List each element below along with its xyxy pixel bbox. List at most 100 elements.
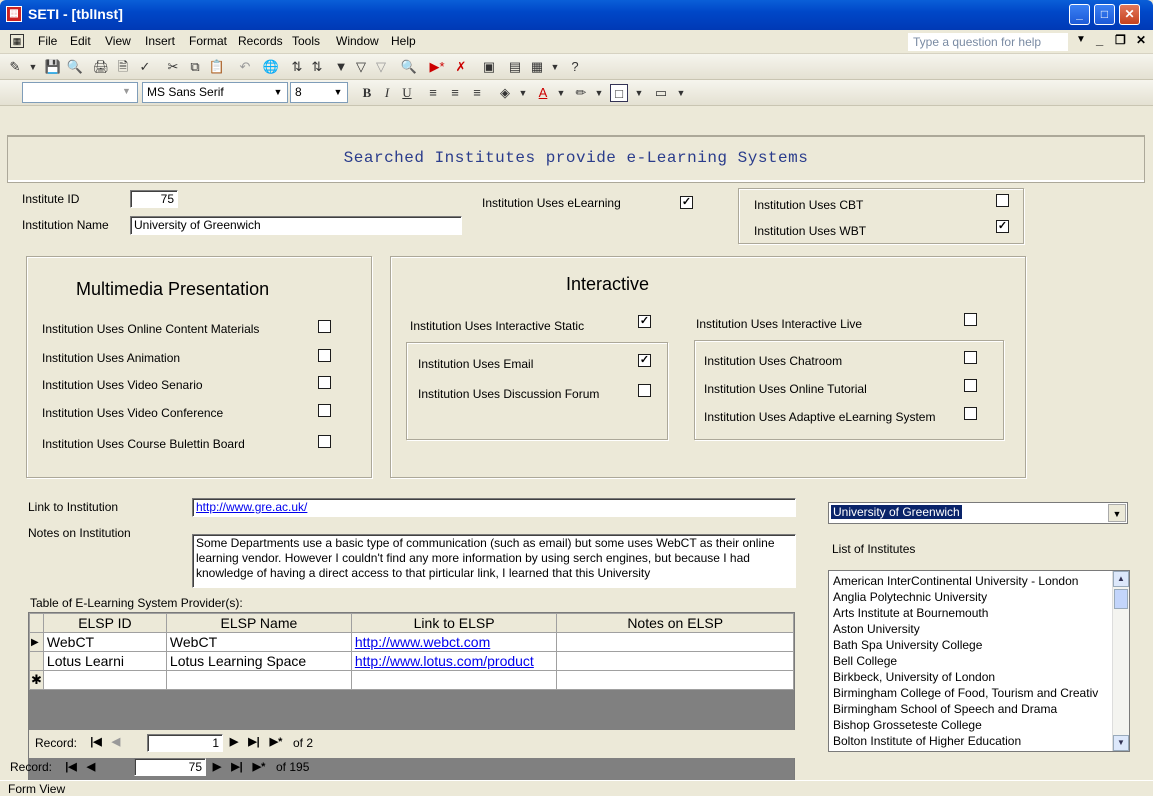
institute-lookup-combo[interactable]: University of Greenwich ▼ [828, 502, 1128, 524]
font-color-icon[interactable]: A [534, 84, 552, 102]
line-width-dropdown-icon[interactable]: ▼ [630, 84, 648, 102]
list-item[interactable]: Birmingham College of Food, Tourism and … [833, 685, 1109, 701]
maximize-button[interactable]: □ [1094, 4, 1115, 25]
view-dropdown-icon[interactable]: ▼ [24, 58, 42, 76]
menu-file[interactable]: File [38, 34, 57, 48]
cut-icon[interactable]: ✂ [164, 58, 182, 76]
column-header-notes[interactable]: Notes on ELSP [556, 613, 794, 633]
institute-id-field[interactable]: 75 [130, 190, 178, 208]
help-question-input[interactable]: Type a question for help [908, 33, 1068, 51]
list-item[interactable]: Bath Spa University College [833, 637, 1109, 653]
elsp-link[interactable]: http://www.webct.com [355, 634, 490, 650]
close-button[interactable]: ✕ [1119, 4, 1140, 25]
live-option-checkbox[interactable] [964, 379, 977, 392]
find-icon[interactable]: 🔍 [400, 58, 418, 76]
properties-icon[interactable]: ▣ [480, 58, 498, 76]
print-preview-icon[interactable]: 🗎 [114, 58, 132, 76]
table-cell-link[interactable]: http://www.webct.com [350, 632, 558, 652]
bold-icon[interactable]: B [358, 84, 376, 102]
live-option-checkbox[interactable] [964, 407, 977, 420]
list-item[interactable]: Anglia Polytechnic University [833, 589, 1109, 605]
help-dropdown-icon[interactable]: ▼ [1076, 34, 1086, 45]
interactive-live-checkbox[interactable] [964, 313, 977, 326]
filter-by-form-icon[interactable]: ▽ [352, 58, 370, 76]
list-item[interactable]: Arts Institute at Bournemouth [833, 605, 1109, 621]
apply-filter-icon[interactable]: ▽ [372, 58, 390, 76]
copy-icon[interactable]: ⧉ [186, 58, 204, 76]
static-option-checkbox[interactable] [638, 384, 651, 397]
special-effect-dropdown-icon[interactable]: ▼ [672, 84, 690, 102]
title-bar[interactable]: ▦ SETI - [tblInst] _ □ ✕ [0, 0, 1153, 30]
prev-record-icon[interactable]: ◀ [109, 734, 123, 750]
menu-format[interactable]: Format [189, 34, 227, 48]
list-item[interactable]: American InterContinental University - L… [833, 573, 1109, 589]
view-icon[interactable]: ✎ [6, 58, 24, 76]
fill-color-icon[interactable]: ◈ [496, 84, 514, 102]
list-item[interactable]: Bell College [833, 653, 1109, 669]
multimedia-option-checkbox[interactable] [318, 404, 331, 417]
special-effect-icon[interactable]: ▭ [652, 84, 670, 102]
first-record-icon[interactable]: |◀ [89, 734, 103, 750]
database-window-icon[interactable]: ▤ [506, 58, 524, 76]
table-row[interactable]: Lotus Learni Lotus Learning Space http:/… [29, 651, 794, 671]
sort-ascending-icon[interactable]: ⇅ [288, 58, 306, 76]
insert-hyperlink-icon[interactable]: 🌐 [262, 58, 280, 76]
align-left-icon[interactable]: ≡ [424, 84, 442, 102]
object-combo[interactable] [22, 82, 138, 103]
last-record-icon[interactable]: ▶| [247, 734, 261, 750]
next-record-icon[interactable]: ▶ [210, 759, 224, 775]
scroll-thumb[interactable] [1114, 589, 1128, 609]
institution-link[interactable]: http://www.gre.ac.uk/ [196, 500, 307, 514]
new-record-nav-icon[interactable]: ▶* [252, 759, 266, 775]
elsp-link[interactable]: http://www.lotus.com/product [355, 653, 534, 669]
table-cell-link[interactable]: http://www.lotus.com/product [350, 651, 558, 671]
menu-help[interactable]: Help [391, 34, 416, 48]
save-icon[interactable]: 💾 [44, 58, 62, 76]
table-cell[interactable]: WebCT [42, 632, 167, 652]
help-icon[interactable]: ? [566, 58, 584, 76]
institutes-scrollbar[interactable]: ▲ ▼ [1112, 571, 1129, 751]
main-record-number[interactable]: 75 [134, 758, 206, 776]
table-cell[interactable] [556, 632, 794, 652]
menu-window[interactable]: Window [336, 34, 379, 48]
undo-icon[interactable]: ↶ [236, 58, 254, 76]
menu-view[interactable]: View [105, 34, 131, 48]
align-center-icon[interactable]: ≡ [446, 84, 464, 102]
multimedia-option-checkbox[interactable] [318, 376, 331, 389]
fill-color-dropdown-icon[interactable]: ▼ [514, 84, 532, 102]
table-row[interactable]: ▶ WebCT WebCT http://www.webct.com [29, 632, 794, 652]
form-control-icon[interactable]: ▦ [10, 34, 24, 48]
uses-wbt-checkbox[interactable]: ✓ [996, 220, 1009, 233]
sort-descending-icon[interactable]: ⇅ [308, 58, 326, 76]
line-color-dropdown-icon[interactable]: ▼ [590, 84, 608, 102]
last-record-icon[interactable]: ▶| [230, 759, 244, 775]
menu-edit[interactable]: Edit [70, 34, 91, 48]
new-record-row[interactable]: ✱ [29, 670, 794, 690]
institution-name-field[interactable]: University of Greenwich [130, 216, 462, 235]
list-item[interactable]: Bolton Institute of Higher Education [833, 733, 1109, 749]
line-width-icon[interactable]: □ [610, 84, 628, 102]
doc-close-button[interactable]: ✕ [1136, 33, 1146, 47]
prev-record-icon[interactable]: ◀ [84, 759, 98, 775]
doc-minimize-button[interactable]: _ [1096, 32, 1103, 47]
table-cell[interactable]: WebCT [165, 632, 352, 652]
multimedia-option-checkbox[interactable] [318, 349, 331, 362]
align-right-icon[interactable]: ≡ [468, 84, 486, 102]
current-record-icon[interactable]: ▶ [29, 632, 44, 652]
multimedia-option-checkbox[interactable] [318, 435, 331, 448]
row-selector[interactable] [29, 651, 44, 671]
uses-elearning-checkbox[interactable]: ✓ [680, 196, 693, 209]
menu-tools[interactable]: Tools [292, 34, 320, 48]
list-item[interactable]: Bishop Grosseteste College [833, 717, 1109, 733]
multimedia-option-checkbox[interactable] [318, 320, 331, 333]
file-search-icon[interactable]: 🔍 [66, 58, 84, 76]
doc-restore-button[interactable]: ❐ [1115, 33, 1126, 47]
line-color-icon[interactable]: ✏ [572, 84, 590, 102]
object-dropdown-icon[interactable]: ▼ [122, 86, 131, 96]
live-option-checkbox[interactable] [964, 351, 977, 364]
paste-icon[interactable]: 📋 [208, 58, 226, 76]
table-cell[interactable]: Lotus Learning Space [165, 651, 352, 671]
interactive-static-checkbox[interactable]: ✓ [638, 315, 651, 328]
institution-link-field[interactable]: http://www.gre.ac.uk/ [192, 498, 796, 517]
lookup-dropdown-icon[interactable]: ▼ [1108, 504, 1126, 522]
